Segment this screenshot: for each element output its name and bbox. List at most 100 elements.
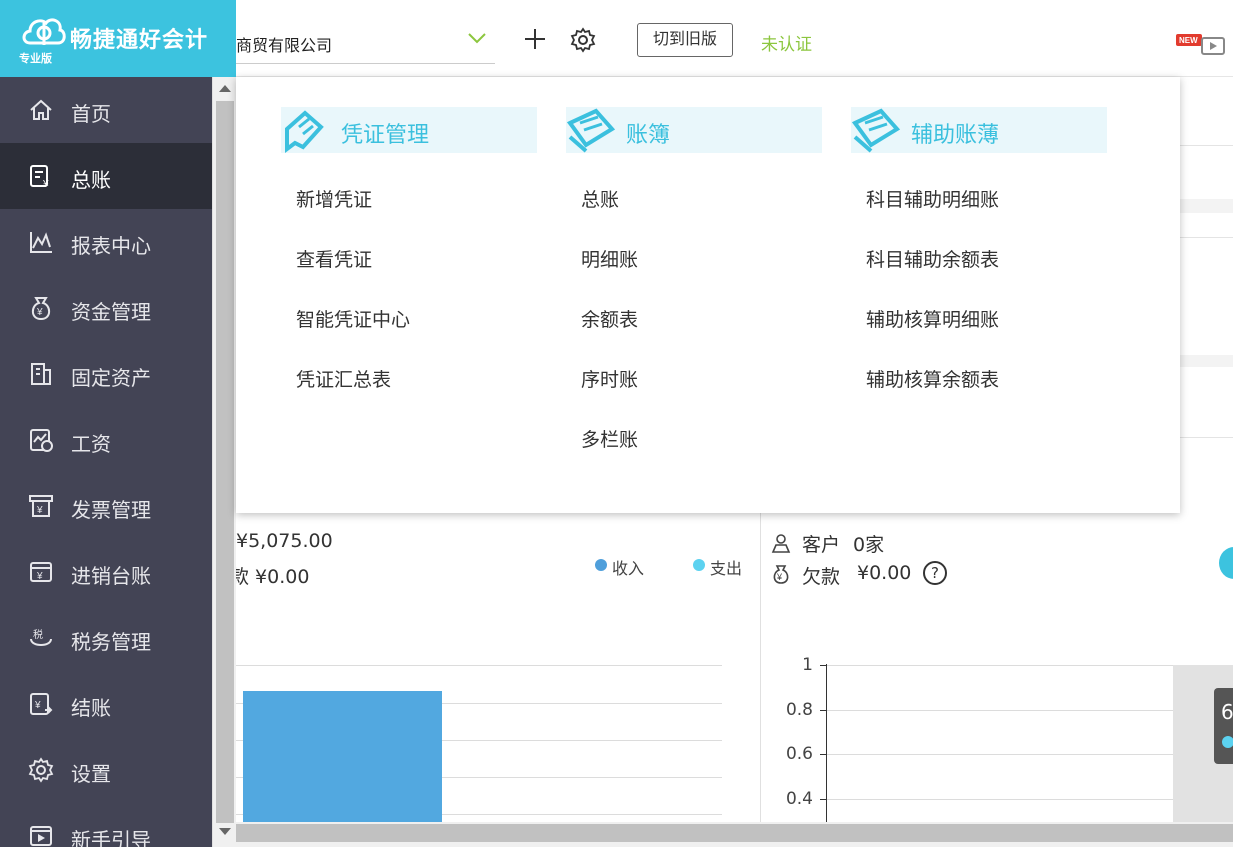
chevron-down-icon	[468, 33, 486, 44]
cloud-logo-icon	[22, 18, 66, 45]
sidebar-item-salary[interactable]: 工资	[0, 407, 212, 473]
tooltip-text: 6	[1221, 700, 1233, 724]
menu-heading: 账簿	[566, 107, 822, 153]
debt-value: ¥0.00	[857, 562, 912, 584]
ledger-book-icon	[566, 108, 616, 153]
sidebar-item-settings[interactable]: 设置	[0, 737, 212, 803]
y-tick-label: 0.8	[785, 700, 813, 720]
brand-edition: 专业版	[19, 52, 52, 65]
gear-icon	[28, 757, 54, 783]
sidebar-item-reports[interactable]: 报表中心	[0, 209, 212, 275]
menu-column-ledgers: 账簿 总账 明细账 余额表 序时账 多栏账	[566, 107, 822, 451]
money-bag-icon: ¥	[31, 297, 51, 321]
customer-label: 客户	[802, 534, 841, 556]
sidebar-item-close-account[interactable]: ¥ 结账	[0, 671, 212, 737]
legend-income-dot	[595, 559, 607, 571]
brand-logo[interactable]: 畅捷通好会计 专业版	[0, 0, 236, 77]
menu-heading-text: 账簿	[626, 123, 671, 148]
menu-item-smart-voucher[interactable]: 智能凭证中心	[296, 305, 410, 332]
menu-column-voucher: 凭证管理 新增凭证 查看凭证 智能凭证中心 凭证汇总表	[281, 107, 537, 391]
sidebar-item-label: 报表中心	[71, 234, 151, 258]
tooltip-dot	[1222, 736, 1233, 748]
panel-divider	[760, 507, 761, 822]
scrollbar-thumb[interactable]	[236, 824, 1233, 842]
ledger-icon: ¥	[30, 165, 49, 189]
legend-expense[interactable]: 支出	[710, 555, 742, 579]
home-icon	[30, 99, 52, 120]
menu-item-detail-ledger[interactable]: 明细账	[581, 245, 638, 272]
sidebar-item-label: 固定资产	[71, 366, 151, 390]
y-tick-label: 0.4	[785, 789, 813, 809]
sidebar-item-label: 总账	[71, 168, 111, 192]
menu-heading-text: 辅助账薄	[911, 123, 1000, 148]
menu-heading: 凭证管理	[281, 107, 537, 153]
horizontal-scrollbar[interactable]	[236, 822, 1233, 847]
company-selector[interactable]: 商贸有限公司	[236, 18, 495, 64]
help-icon[interactable]: ?	[923, 561, 947, 585]
legend-expense-dot	[693, 559, 705, 571]
sidebar-item-invoices[interactable]: ¥ 发票管理	[0, 473, 212, 539]
menu-heading: 辅助账薄	[851, 107, 1107, 153]
sidebar-item-tax[interactable]: 税 税务管理	[0, 605, 212, 671]
settings-gear-icon[interactable]	[569, 26, 597, 54]
menu-item-aux-accounting-balance[interactable]: 辅助核算余额表	[866, 365, 999, 392]
new-video-icon[interactable]: NEW	[1176, 32, 1228, 56]
sidebar-item-general-ledger[interactable]: ¥ 总账	[0, 143, 212, 209]
building-icon	[31, 363, 51, 385]
scroll-up-arrow-icon[interactable]	[219, 85, 231, 92]
chart-icon	[30, 232, 52, 253]
sidebar-item-fixed-assets[interactable]: 固定资产	[0, 341, 212, 407]
svg-text:¥: ¥	[776, 572, 783, 582]
sidebar-item-funds[interactable]: ¥ 资金管理	[0, 275, 212, 341]
menu-item-new-voucher[interactable]: 新增凭证	[296, 185, 372, 212]
svg-text:¥: ¥	[36, 307, 43, 318]
debt-amount: 款 ¥0.00	[236, 566, 310, 588]
switch-old-version-button[interactable]: 切到旧版	[637, 23, 733, 57]
sidebar-item-home[interactable]: 首页	[0, 77, 212, 143]
sidebar-item-label: 工资	[71, 432, 111, 456]
menu-item-aux-accounting-detail[interactable]: 辅助核算明细账	[866, 305, 999, 332]
svg-text:NEW: NEW	[1179, 36, 1198, 45]
sidebar-item-label: 新手引导	[71, 828, 151, 847]
menu-item-journal[interactable]: 序时账	[581, 365, 638, 392]
scrollbar-thumb[interactable]	[216, 101, 234, 823]
invoice-icon: ¥	[29, 495, 53, 517]
y-tick-label: 0.6	[785, 744, 813, 764]
sidebar-item-label: 首页	[71, 102, 111, 126]
svg-text:¥: ¥	[42, 179, 49, 189]
sidebar-item-guide[interactable]: 新手引导	[0, 803, 212, 847]
menu-item-general-ledger[interactable]: 总账	[581, 185, 619, 212]
tax-icon: 税	[30, 628, 52, 646]
svg-text:¥: ¥	[34, 700, 41, 711]
add-icon[interactable]	[522, 26, 548, 52]
ledger-book-icon	[851, 108, 901, 153]
menu-column-auxiliary: 辅助账薄 科目辅助明细账 科目辅助余额表 辅助核算明细账 辅助核算余额表	[851, 107, 1107, 391]
sidebar-scrollbar[interactable]	[212, 77, 236, 847]
menu-item-voucher-summary[interactable]: 凭证汇总表	[296, 365, 391, 392]
chart-bar[interactable]	[243, 691, 442, 822]
scroll-down-arrow-icon[interactable]	[219, 828, 231, 835]
svg-text:税: 税	[33, 628, 43, 641]
sidebar-item-label: 结账	[71, 696, 111, 720]
certification-status[interactable]: 未认证	[761, 30, 812, 55]
sidebar-item-label: 设置	[71, 762, 111, 786]
menu-item-multi-column-ledger[interactable]: 多栏账	[581, 425, 638, 452]
sidebar-item-inventory[interactable]: ¥ 进销台账	[0, 539, 212, 605]
menu-item-aux-balance-by-account[interactable]: 科目辅助余额表	[866, 245, 999, 272]
menu-heading-text: 凭证管理	[341, 123, 430, 148]
menu-item-balance-sheet[interactable]: 余额表	[581, 305, 638, 332]
company-name: 商贸有限公司	[236, 36, 333, 55]
sidebar-item-label: 资金管理	[71, 300, 151, 324]
chart-tooltip: 6	[1214, 688, 1233, 764]
svg-text:¥: ¥	[36, 505, 43, 516]
customer-icon	[771, 534, 791, 553]
salary-icon	[30, 429, 53, 452]
menu-item-view-voucher[interactable]: 查看凭证	[296, 245, 372, 272]
voucher-icon	[285, 110, 324, 153]
menu-item-aux-detail-by-account[interactable]: 科目辅助明细账	[866, 185, 999, 212]
legend-income[interactable]: 收入	[612, 555, 644, 579]
general-ledger-menu: 凭证管理 新增凭证 查看凭证 智能凭证中心 凭证汇总表 账簿 总账 明细账 余额…	[236, 77, 1180, 513]
close-account-icon: ¥	[30, 693, 53, 715]
svg-text:¥: ¥	[36, 571, 43, 582]
customer-value: 0家	[853, 534, 885, 556]
